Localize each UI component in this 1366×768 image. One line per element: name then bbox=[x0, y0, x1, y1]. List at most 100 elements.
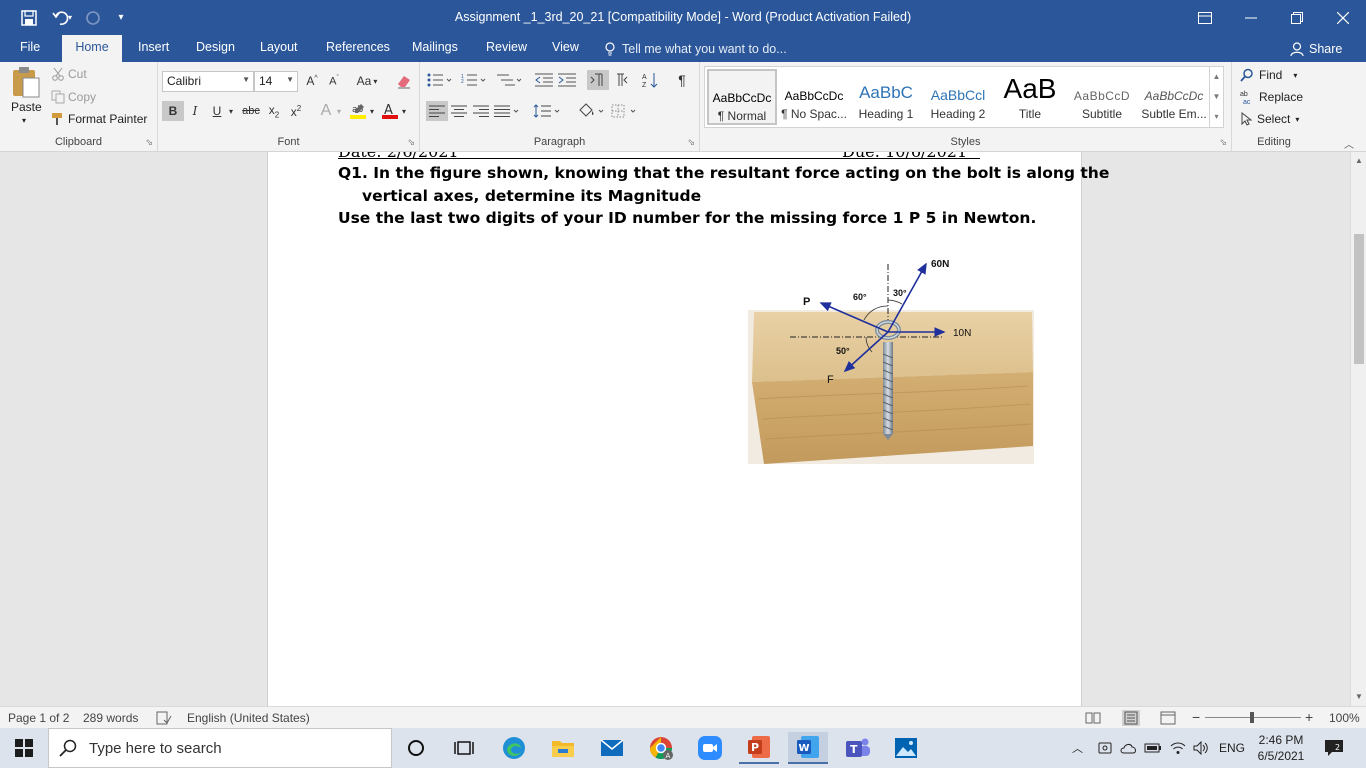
taskbar-search-box[interactable]: Type here to search bbox=[48, 728, 392, 768]
tab-design[interactable]: Design bbox=[184, 35, 247, 62]
style-heading-2[interactable]: AaBbCcl Heading 2 bbox=[923, 69, 993, 125]
notifications-icon[interactable]: 2 bbox=[1324, 728, 1344, 768]
styles-more-icon[interactable]: ▾ bbox=[1210, 107, 1223, 127]
highlight-button[interactable]: ab bbox=[348, 101, 368, 121]
language-status[interactable]: English (United States) bbox=[187, 711, 310, 725]
numbering-button[interactable]: 12 bbox=[460, 70, 488, 90]
multilevel-list-button[interactable] bbox=[496, 70, 524, 90]
mail-icon[interactable] bbox=[592, 732, 632, 764]
paste-button[interactable]: Paste ▾ bbox=[8, 66, 44, 132]
collapse-ribbon-icon[interactable]: ︿ bbox=[1344, 136, 1354, 151]
web-layout-icon[interactable] bbox=[1160, 711, 1176, 725]
font-color-dropdown-icon[interactable]: ▾ bbox=[400, 101, 408, 121]
justify-button[interactable] bbox=[493, 101, 521, 121]
clock[interactable]: 2:46 PM 6/5/2021 bbox=[1250, 728, 1312, 768]
font-size-dropdown-icon[interactable]: ▼ bbox=[286, 75, 294, 84]
select-button[interactable]: Select ▾ bbox=[1240, 110, 1299, 128]
font-color-button[interactable]: A bbox=[380, 101, 400, 121]
increase-indent-button[interactable] bbox=[557, 70, 577, 90]
bold-button[interactable]: B bbox=[162, 101, 184, 121]
cut-button[interactable]: Cut bbox=[68, 67, 87, 81]
sort-button[interactable]: AZ bbox=[640, 70, 660, 90]
style-subtle-emphasis[interactable]: AaBbCcDc Subtle Em... bbox=[1139, 69, 1209, 125]
copy-button[interactable]: Copy bbox=[68, 90, 96, 104]
style-no-spacing[interactable]: AaBbCcDc ¶ No Spac... bbox=[779, 69, 849, 125]
show-formatting-button[interactable]: ¶ bbox=[672, 70, 692, 90]
shading-button[interactable] bbox=[576, 101, 606, 121]
wifi-icon[interactable] bbox=[1170, 728, 1186, 768]
scroll-down-icon[interactable]: ▼ bbox=[1351, 690, 1366, 704]
battery-icon[interactable] bbox=[1144, 728, 1162, 768]
font-size-combo[interactable]: 14 ▼ bbox=[254, 71, 298, 92]
zoom-slider-thumb[interactable] bbox=[1250, 712, 1254, 723]
bullets-button[interactable] bbox=[426, 70, 454, 90]
minimize-icon[interactable] bbox=[1228, 0, 1274, 35]
styles-scroll-down-icon[interactable]: ▼ bbox=[1210, 87, 1223, 107]
rtl-direction-button[interactable] bbox=[610, 70, 630, 90]
font-name-dropdown-icon[interactable]: ▼ bbox=[242, 75, 250, 84]
file-explorer-icon[interactable] bbox=[543, 732, 583, 764]
powerpoint-icon[interactable]: P bbox=[739, 732, 779, 764]
style-subtitle[interactable]: AaBbCcD Subtitle bbox=[1067, 69, 1137, 125]
vertical-scrollbar[interactable]: ▲ ▼ bbox=[1350, 152, 1366, 706]
task-view-icon[interactable] bbox=[444, 732, 484, 764]
text-effects-button[interactable]: A bbox=[316, 101, 336, 121]
clipboard-launcher-icon[interactable]: ⬂ bbox=[145, 137, 153, 148]
word-app-icon[interactable]: W bbox=[788, 732, 828, 764]
scroll-thumb[interactable] bbox=[1354, 234, 1364, 364]
proofing-icon[interactable] bbox=[156, 711, 172, 725]
align-left-button[interactable] bbox=[426, 101, 448, 121]
align-right-button[interactable] bbox=[471, 101, 491, 121]
style-heading-1[interactable]: AaBbC Heading 1 bbox=[851, 69, 921, 125]
cortana-icon[interactable] bbox=[396, 732, 436, 764]
paragraph-launcher-icon[interactable]: ⬂ bbox=[687, 137, 695, 148]
document-page[interactable]: Date: 2/6/2021 Due: 10/6/2021 Q1. In the… bbox=[267, 152, 1109, 706]
tell-me-box[interactable]: Tell me what you want to do... bbox=[604, 39, 787, 59]
font-launcher-icon[interactable]: ⬂ bbox=[407, 137, 415, 148]
zoom-in-icon[interactable]: + bbox=[1305, 709, 1313, 725]
close-icon[interactable] bbox=[1320, 0, 1366, 35]
volume-icon[interactable] bbox=[1193, 728, 1209, 768]
tab-mailings[interactable]: Mailings bbox=[400, 35, 470, 62]
clear-formatting-button[interactable] bbox=[394, 71, 414, 91]
borders-button[interactable] bbox=[610, 101, 640, 121]
restore-icon[interactable] bbox=[1274, 0, 1320, 35]
ltr-direction-button[interactable] bbox=[587, 70, 609, 90]
photos-icon[interactable] bbox=[886, 732, 926, 764]
decrease-indent-button[interactable] bbox=[534, 70, 554, 90]
text-effects-dropdown-icon[interactable]: ▾ bbox=[335, 101, 343, 121]
underline-button[interactable]: U bbox=[207, 101, 227, 121]
scroll-up-icon[interactable]: ▲ bbox=[1351, 154, 1366, 168]
tab-file[interactable]: File bbox=[8, 35, 52, 62]
superscript-button[interactable]: x2 bbox=[286, 101, 306, 121]
edge-browser-icon[interactable] bbox=[494, 732, 534, 764]
zoom-app-icon[interactable] bbox=[690, 732, 730, 764]
strikethrough-button[interactable]: abc bbox=[240, 101, 262, 121]
find-button[interactable]: Find ▾ bbox=[1240, 66, 1297, 84]
styles-launcher-icon[interactable]: ⬂ bbox=[1219, 137, 1227, 148]
chrome-icon[interactable]: A bbox=[641, 732, 681, 764]
style-title[interactable]: AaB Title bbox=[995, 69, 1065, 125]
windows-start-icon[interactable] bbox=[4, 732, 44, 764]
tab-insert[interactable]: Insert bbox=[126, 35, 181, 62]
tab-home[interactable]: Home bbox=[62, 35, 122, 62]
print-layout-icon[interactable] bbox=[1122, 710, 1140, 726]
word-count[interactable]: 289 words bbox=[83, 711, 138, 725]
zoom-out-icon[interactable]: − bbox=[1192, 709, 1200, 725]
grow-font-button[interactable]: A^ bbox=[302, 71, 322, 91]
line-spacing-button[interactable] bbox=[532, 101, 562, 121]
shrink-font-button[interactable]: Aˇ bbox=[324, 71, 344, 91]
format-painter-button[interactable]: Format Painter bbox=[68, 112, 147, 126]
paste-dropdown-icon[interactable]: ▾ bbox=[22, 116, 26, 125]
tab-references[interactable]: References bbox=[314, 35, 402, 62]
read-mode-icon[interactable] bbox=[1085, 711, 1101, 725]
change-case-button[interactable]: Aa ▾ bbox=[352, 71, 382, 91]
align-center-button[interactable] bbox=[449, 101, 469, 121]
styles-scroll-up-icon[interactable]: ▲ bbox=[1210, 67, 1223, 87]
underline-dropdown-icon[interactable]: ▾ bbox=[226, 101, 236, 121]
replace-button[interactable]: ab ac Replace bbox=[1240, 88, 1303, 106]
ribbon-display-options-icon[interactable] bbox=[1182, 0, 1228, 35]
italic-button[interactable]: I bbox=[185, 101, 205, 121]
style-normal[interactable]: AaBbCcDc ¶ Normal bbox=[707, 69, 777, 125]
bolt-figure[interactable]: 60N 10N P F 60° 30° 50° bbox=[748, 254, 1038, 464]
